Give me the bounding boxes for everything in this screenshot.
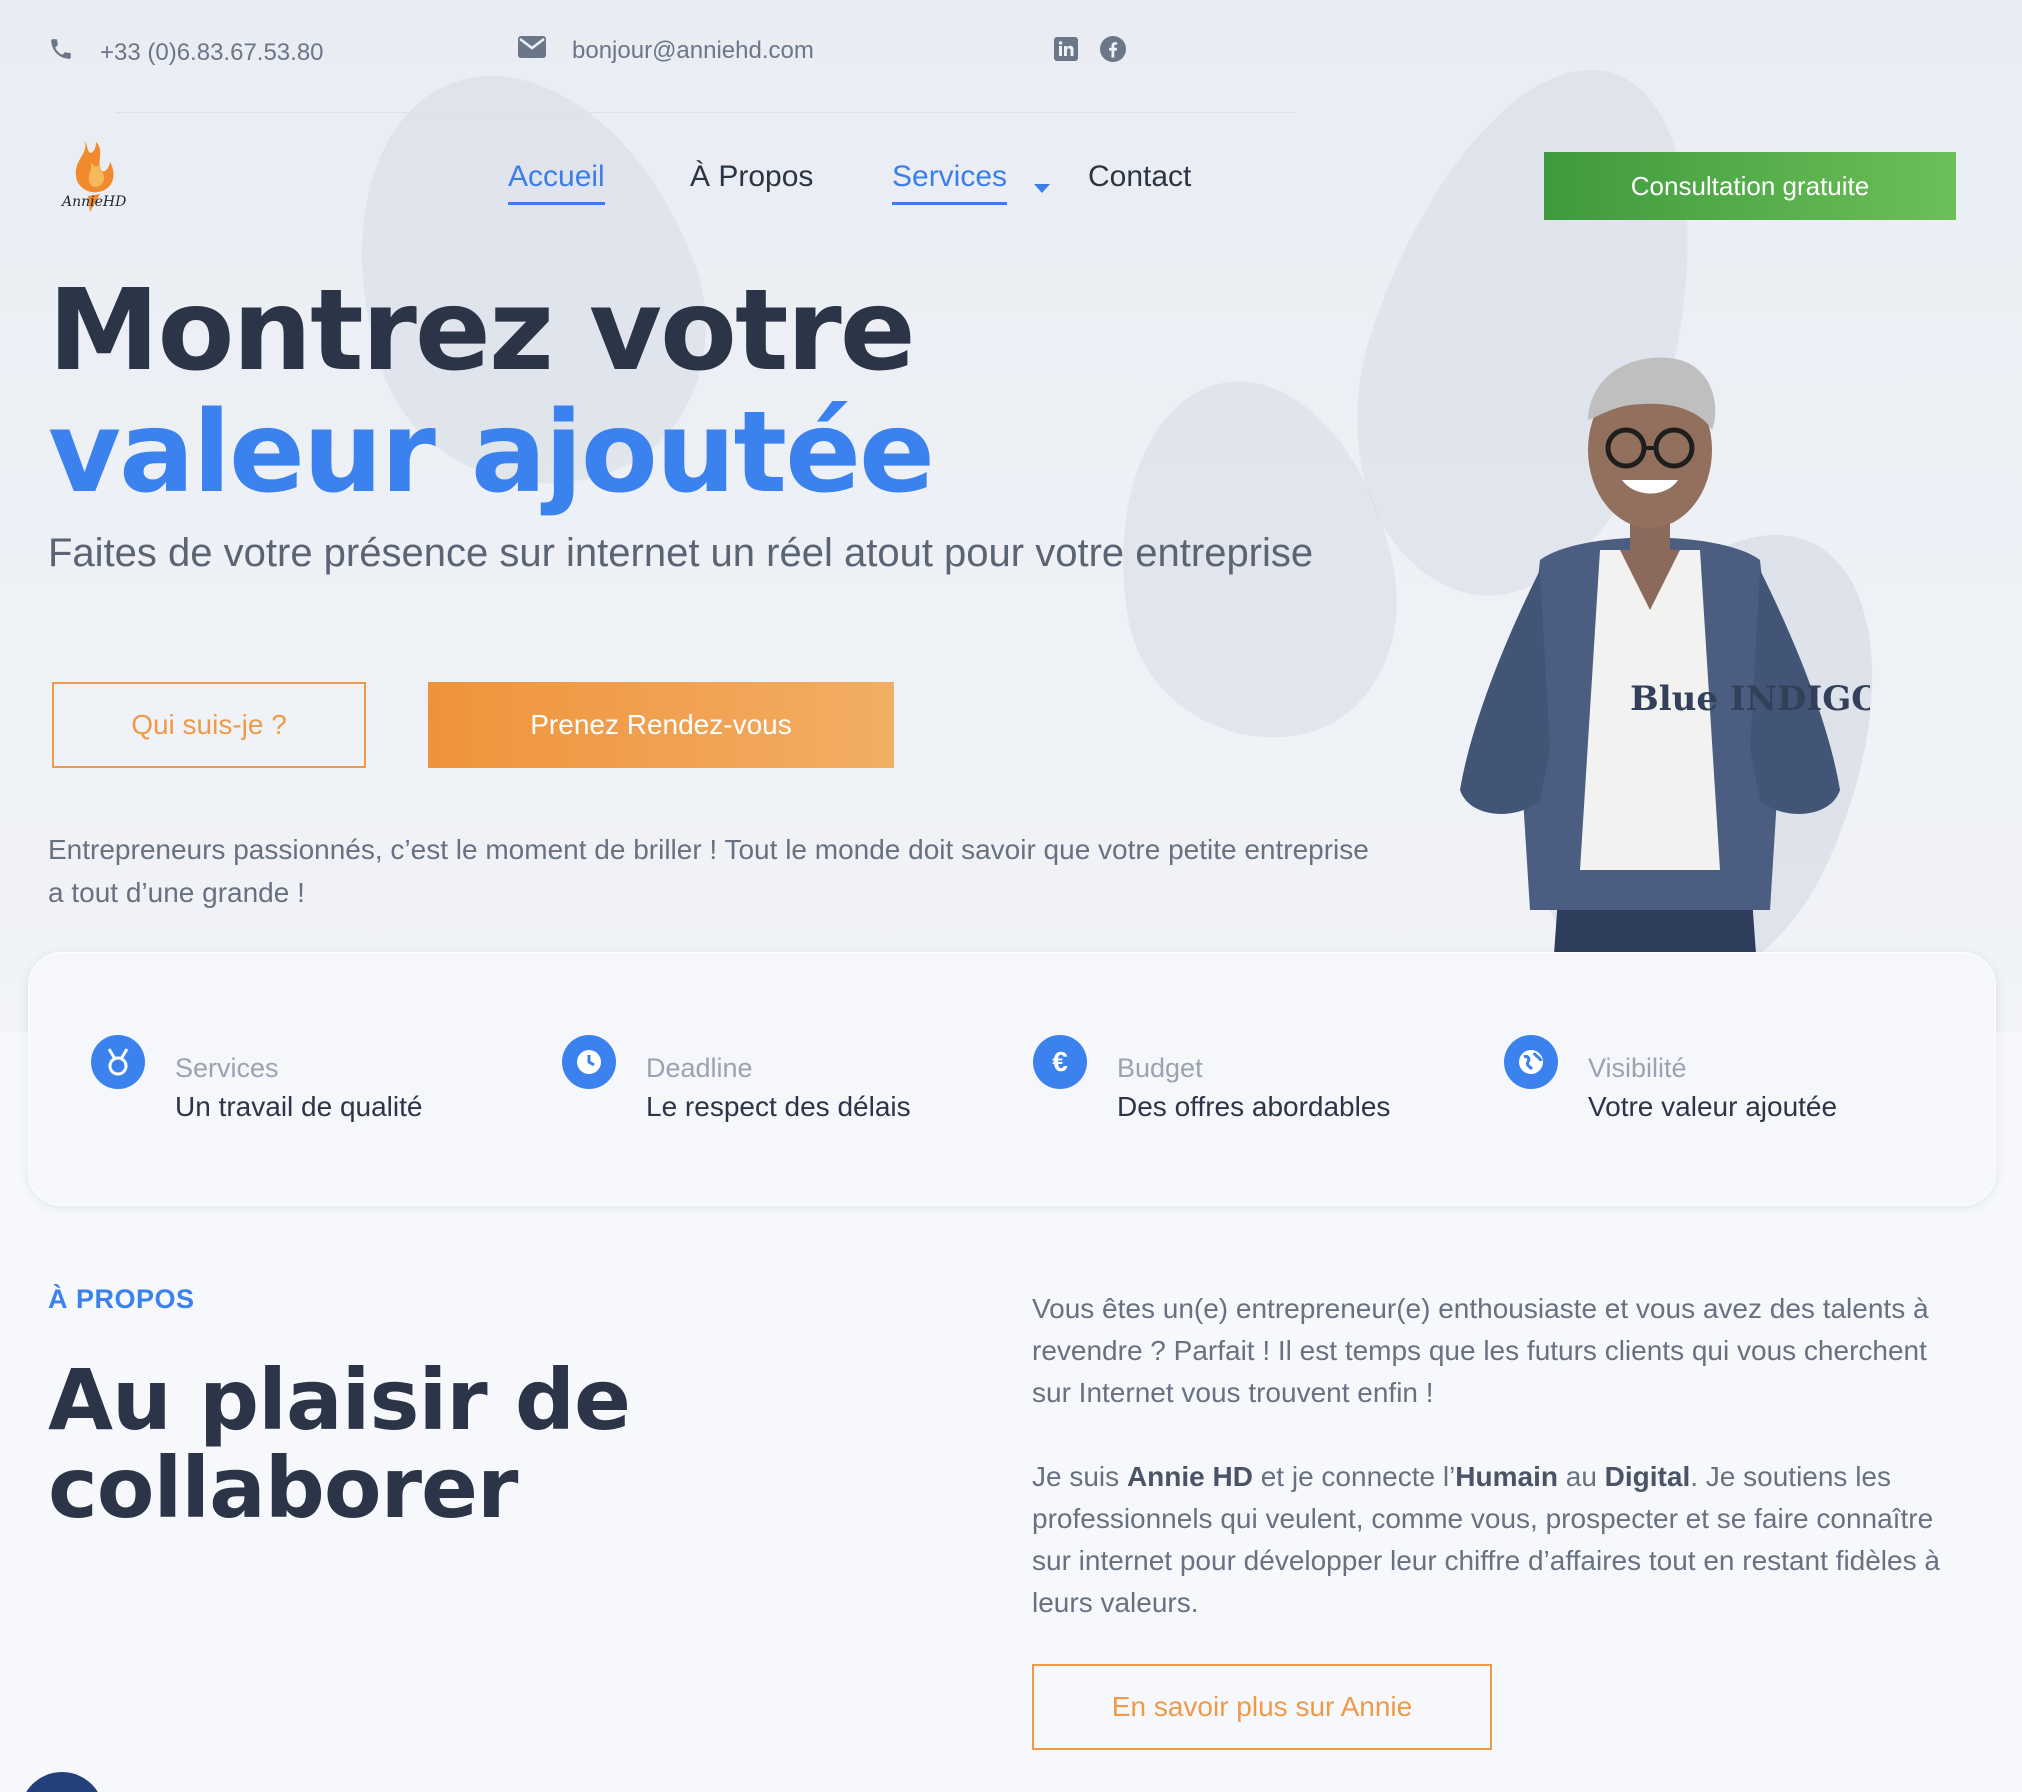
nav-item-accueil[interactable]: Accueil bbox=[508, 160, 605, 205]
feature-title: Visibilité bbox=[1588, 1053, 1687, 1083]
feature-title: Deadline bbox=[646, 1053, 753, 1083]
nav-item-services[interactable]: Services bbox=[892, 160, 1008, 205]
about-paragraph-1: Vous êtes un(e) entrepreneur(e) enthousi… bbox=[1032, 1293, 1929, 1408]
learn-more-button[interactable]: En savoir plus sur Annie bbox=[1032, 1664, 1492, 1750]
topbar-divider bbox=[116, 112, 1296, 113]
feature-description: Le respect des délais bbox=[646, 1091, 911, 1122]
hero-title: Montrez votre valeur ajoutée bbox=[48, 270, 935, 518]
phone-link[interactable]: +33 (0)6.83.67.53.80 bbox=[48, 36, 324, 69]
euro-icon: € bbox=[1033, 1035, 1087, 1089]
hero-title-line1: Montrez votre bbox=[48, 266, 916, 396]
svg-text:AnnieHD: AnnieHD bbox=[60, 194, 126, 210]
email-address: bonjour@anniehd.com bbox=[572, 36, 814, 64]
shirt-print: Blue INDIGO bbox=[1630, 679, 1870, 719]
phone-number: +33 (0)6.83.67.53.80 bbox=[100, 38, 324, 66]
annie-portrait: Blue INDIGO bbox=[1430, 350, 1881, 1010]
feature-description: Des offres abordables bbox=[1117, 1091, 1391, 1122]
hero-title-line2: valeur ajoutée bbox=[48, 388, 935, 518]
nav-item-a-propos[interactable]: À Propos bbox=[690, 160, 813, 194]
phone-icon bbox=[48, 36, 74, 69]
social-links bbox=[1054, 36, 1126, 69]
nav-item-services-label: Services bbox=[892, 160, 1008, 193]
top-contact-bar: +33 (0)6.83.67.53.80 bonjour@anniehd.com bbox=[48, 30, 1148, 74]
site-logo[interactable]: AnnieHD bbox=[60, 136, 140, 226]
consultation-button[interactable]: Consultation gratuite bbox=[1544, 152, 1956, 220]
facebook-icon[interactable] bbox=[1100, 36, 1126, 69]
who-am-i-button[interactable]: Qui suis-je ? bbox=[52, 682, 366, 768]
about-heading: Au plaisir de collaborer bbox=[48, 1351, 631, 1537]
hero-subtitle: Faites de votre présence sur internet un… bbox=[48, 531, 1314, 575]
hero-paragraph: Entrepreneurs passionnés, c’est le momen… bbox=[48, 834, 1369, 908]
chevron-down-icon[interactable] bbox=[1022, 170, 1050, 204]
book-appointment-button[interactable]: Prenez Rendez-vous bbox=[428, 682, 894, 768]
nav-item-contact[interactable]: Contact bbox=[1088, 160, 1191, 194]
feature-title: Budget bbox=[1117, 1053, 1203, 1083]
about-paragraph-2: Je suis Annie HD et je connecte l’Humain… bbox=[1032, 1461, 1940, 1618]
medal-icon bbox=[91, 1035, 145, 1089]
feature-title: Services bbox=[175, 1053, 279, 1083]
feature-description: Votre valeur ajoutée bbox=[1588, 1091, 1838, 1122]
linkedin-icon[interactable] bbox=[1054, 37, 1078, 68]
globe-icon bbox=[1504, 1035, 1558, 1089]
email-link[interactable]: bonjour@anniehd.com bbox=[518, 36, 814, 65]
envelope-icon bbox=[518, 36, 546, 65]
features-card: Services Un travail de qualité Deadline … bbox=[28, 952, 1996, 1206]
about-eyebrow: À PROPOS bbox=[48, 1284, 195, 1314]
clock-icon bbox=[562, 1035, 616, 1089]
feature-description: Un travail de qualité bbox=[175, 1091, 423, 1122]
